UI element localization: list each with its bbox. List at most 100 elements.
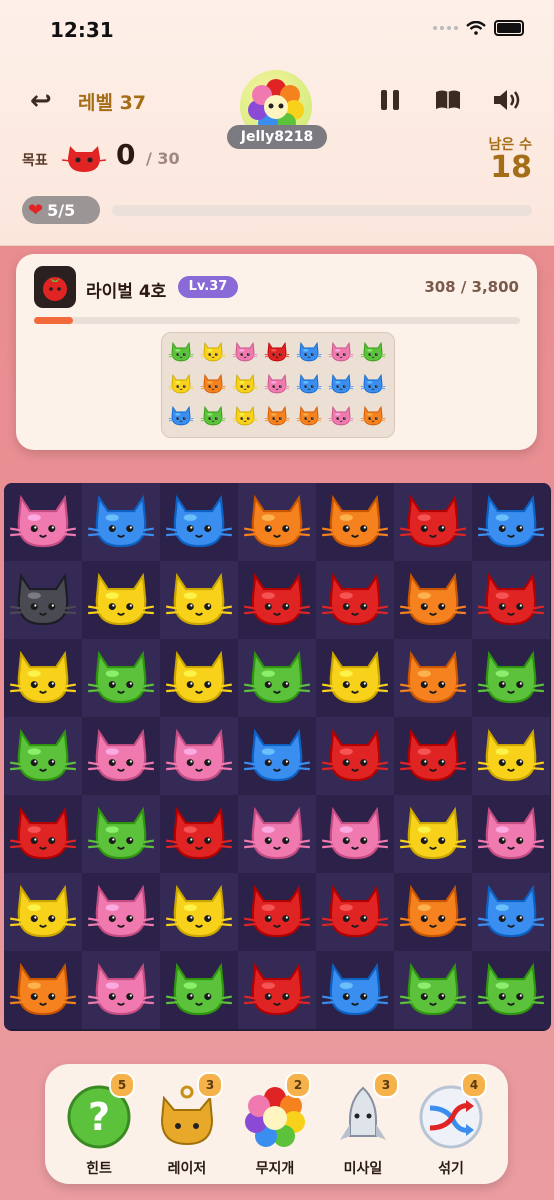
- board-cell[interactable]: [472, 639, 550, 717]
- board-cell[interactable]: [394, 483, 472, 561]
- cat-jelly-pink[interactable]: [86, 955, 156, 1025]
- board-cell[interactable]: [238, 873, 316, 951]
- powerup-missile-button[interactable]: 3 미사일: [323, 1072, 403, 1178]
- cat-jelly-orange[interactable]: [8, 955, 78, 1025]
- cat-jelly-pink[interactable]: [164, 721, 234, 791]
- cat-jelly-red[interactable]: [320, 565, 390, 635]
- board-cell[interactable]: [82, 873, 160, 951]
- board-cell[interactable]: [238, 483, 316, 561]
- cat-jelly-red[interactable]: [242, 565, 312, 635]
- board-cell[interactable]: [82, 795, 160, 873]
- lives-badge[interactable]: ❤ 5/5: [22, 196, 100, 224]
- cat-jelly-pink[interactable]: [242, 799, 312, 869]
- powerup-shuffle-button[interactable]: 4 섞기: [411, 1072, 491, 1178]
- board-cell[interactable]: [82, 561, 160, 639]
- board-cell[interactable]: [316, 717, 394, 795]
- pause-icon[interactable]: [376, 86, 404, 114]
- board-cell[interactable]: [316, 795, 394, 873]
- cat-jelly-red[interactable]: [320, 877, 390, 947]
- board-cell[interactable]: [472, 717, 550, 795]
- board-cell[interactable]: [82, 717, 160, 795]
- cat-jelly-green[interactable]: [8, 721, 78, 791]
- cat-jelly-green[interactable]: [86, 643, 156, 713]
- cat-jelly-red[interactable]: [242, 877, 312, 947]
- board-cell[interactable]: [238, 717, 316, 795]
- board-cell[interactable]: [82, 483, 160, 561]
- board-cell[interactable]: [160, 873, 238, 951]
- board-cell[interactable]: [472, 873, 550, 951]
- board-cell[interactable]: [394, 873, 472, 951]
- cat-jelly-blue[interactable]: [476, 877, 546, 947]
- board-cell[interactable]: [394, 717, 472, 795]
- book-icon[interactable]: [434, 86, 462, 114]
- board-cell[interactable]: [160, 483, 238, 561]
- board-cell[interactable]: [4, 483, 82, 561]
- board-cell[interactable]: [316, 561, 394, 639]
- board-cell[interactable]: [394, 561, 472, 639]
- cat-jelly-green[interactable]: [86, 799, 156, 869]
- board-cell[interactable]: [472, 483, 550, 561]
- cat-jelly-yellow[interactable]: [164, 565, 234, 635]
- powerup-hint-button[interactable]: ? 5 힌트: [59, 1072, 139, 1178]
- board-cell[interactable]: [160, 561, 238, 639]
- cat-jelly-green[interactable]: [476, 955, 546, 1025]
- cat-jelly-yellow[interactable]: [320, 643, 390, 713]
- powerup-rainbow-button[interactable]: 2 무지개: [235, 1072, 315, 1178]
- board-cell[interactable]: [4, 951, 82, 1029]
- board-cell[interactable]: [472, 561, 550, 639]
- board-cell[interactable]: [238, 951, 316, 1029]
- cat-jelly-orange[interactable]: [242, 487, 312, 557]
- cat-jelly-orange[interactable]: [398, 877, 468, 947]
- board-cell[interactable]: [238, 561, 316, 639]
- cat-jelly-yellow[interactable]: [86, 565, 156, 635]
- cat-jelly-red[interactable]: [242, 955, 312, 1025]
- board-cell[interactable]: [4, 639, 82, 717]
- cat-jelly-blue[interactable]: [164, 487, 234, 557]
- cat-jelly-orange[interactable]: [398, 643, 468, 713]
- board-cell[interactable]: [4, 795, 82, 873]
- board-cell[interactable]: [160, 951, 238, 1029]
- cat-jelly-green[interactable]: [164, 955, 234, 1025]
- board-cell[interactable]: [160, 639, 238, 717]
- cat-jelly-blue[interactable]: [320, 955, 390, 1025]
- board-cell[interactable]: [82, 639, 160, 717]
- cat-jelly-orange[interactable]: [398, 565, 468, 635]
- cat-jelly-yellow[interactable]: [8, 643, 78, 713]
- board-cell[interactable]: [160, 717, 238, 795]
- board-cell[interactable]: [4, 717, 82, 795]
- board-cell[interactable]: [316, 639, 394, 717]
- board-cell[interactable]: [316, 951, 394, 1029]
- cat-jelly-black[interactable]: [8, 565, 78, 635]
- sound-icon[interactable]: [492, 86, 524, 114]
- cat-jelly-red[interactable]: [164, 799, 234, 869]
- cat-jelly-red[interactable]: [8, 799, 78, 869]
- cat-jelly-yellow[interactable]: [164, 877, 234, 947]
- board-cell[interactable]: [4, 873, 82, 951]
- powerup-laser-cat-button[interactable]: 3 레이저: [147, 1072, 227, 1178]
- board-cell[interactable]: [316, 483, 394, 561]
- cat-jelly-green[interactable]: [398, 955, 468, 1025]
- cat-jelly-red[interactable]: [476, 565, 546, 635]
- cat-jelly-pink[interactable]: [8, 487, 78, 557]
- cat-jelly-pink[interactable]: [86, 721, 156, 791]
- cat-jelly-pink[interactable]: [476, 799, 546, 869]
- cat-jelly-green[interactable]: [476, 643, 546, 713]
- cat-jelly-orange[interactable]: [320, 487, 390, 557]
- board-cell[interactable]: [472, 795, 550, 873]
- board-cell[interactable]: [82, 951, 160, 1029]
- cat-jelly-yellow[interactable]: [476, 721, 546, 791]
- cat-jelly-red[interactable]: [398, 487, 468, 557]
- cat-jelly-yellow[interactable]: [8, 877, 78, 947]
- cat-jelly-blue[interactable]: [86, 487, 156, 557]
- cat-jelly-yellow[interactable]: [398, 799, 468, 869]
- board-cell[interactable]: [394, 639, 472, 717]
- board-cell[interactable]: [394, 951, 472, 1029]
- cat-jelly-pink[interactable]: [320, 799, 390, 869]
- cat-jelly-green[interactable]: [242, 643, 312, 713]
- cat-jelly-red[interactable]: [398, 721, 468, 791]
- board-cell[interactable]: [472, 951, 550, 1029]
- board-cell[interactable]: [4, 561, 82, 639]
- cat-jelly-red[interactable]: [320, 721, 390, 791]
- board-cell[interactable]: [238, 639, 316, 717]
- board-cell[interactable]: [160, 795, 238, 873]
